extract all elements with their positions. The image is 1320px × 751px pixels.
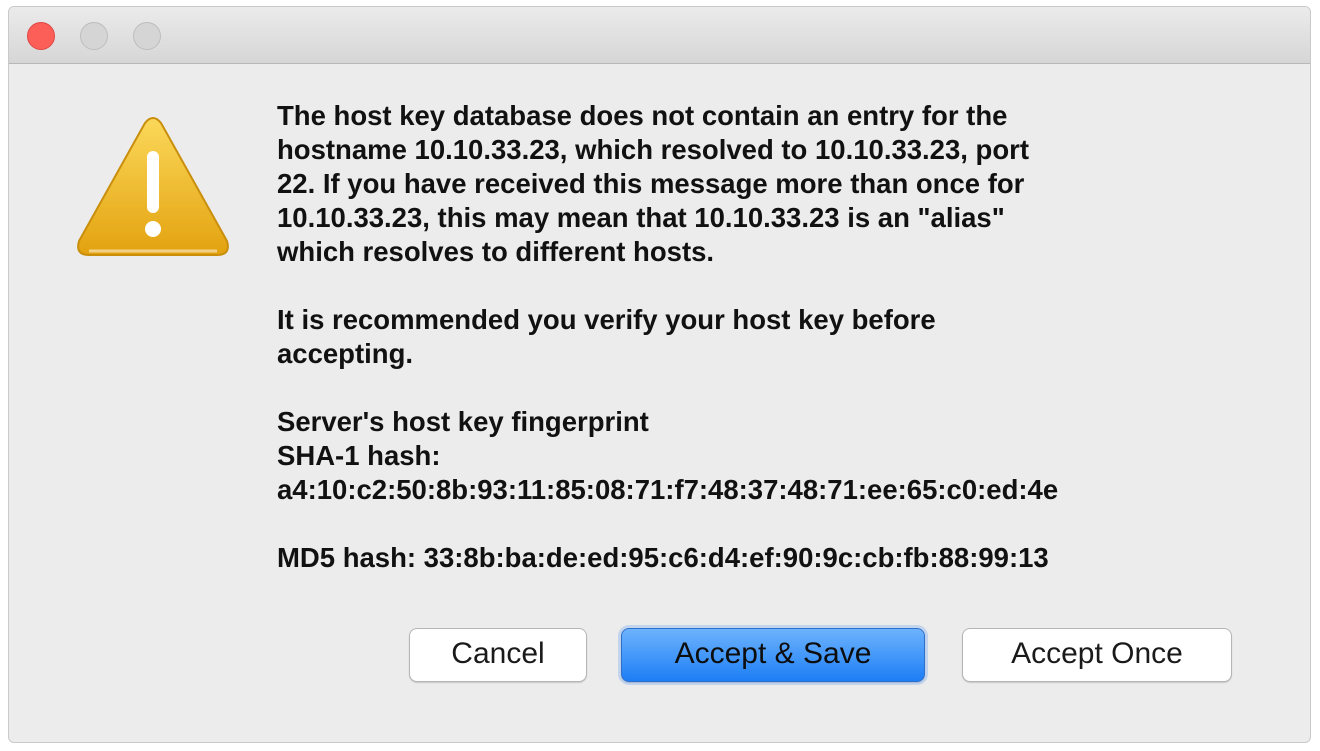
accept-once-button[interactable]: Accept Once: [962, 628, 1232, 682]
minimize-window-button[interactable]: [80, 22, 108, 50]
accept-and-save-button[interactable]: Accept & Save: [621, 628, 925, 682]
verify-recommendation-line1: It is recommended you verify your host k…: [277, 304, 936, 335]
sha1-hash-value: a4:10:c2:50:8b:93:11:85:08:71:f7:48:37:4…: [277, 474, 1059, 505]
fingerprint-heading: Server's host key fingerprint: [277, 406, 649, 437]
warning-icon: [77, 117, 229, 256]
sha1-label: SHA-1 hash:: [277, 440, 441, 471]
close-window-button[interactable]: [27, 22, 55, 50]
host-key-dialog: The host key database does not contain a…: [8, 6, 1311, 743]
host-key-warning-text: The host key database does not contain a…: [277, 100, 1030, 267]
cancel-button[interactable]: Cancel: [409, 628, 587, 682]
zoom-window-button[interactable]: [133, 22, 161, 50]
title-bar: [9, 7, 1310, 64]
md5-hash-line: MD5 hash: 33:8b:ba:de:ed:95:c6:d4:ef:90:…: [277, 542, 1049, 573]
dialog-message: The host key database does not contain a…: [277, 99, 1287, 575]
verify-recommendation-line2: accepting.: [277, 338, 414, 369]
